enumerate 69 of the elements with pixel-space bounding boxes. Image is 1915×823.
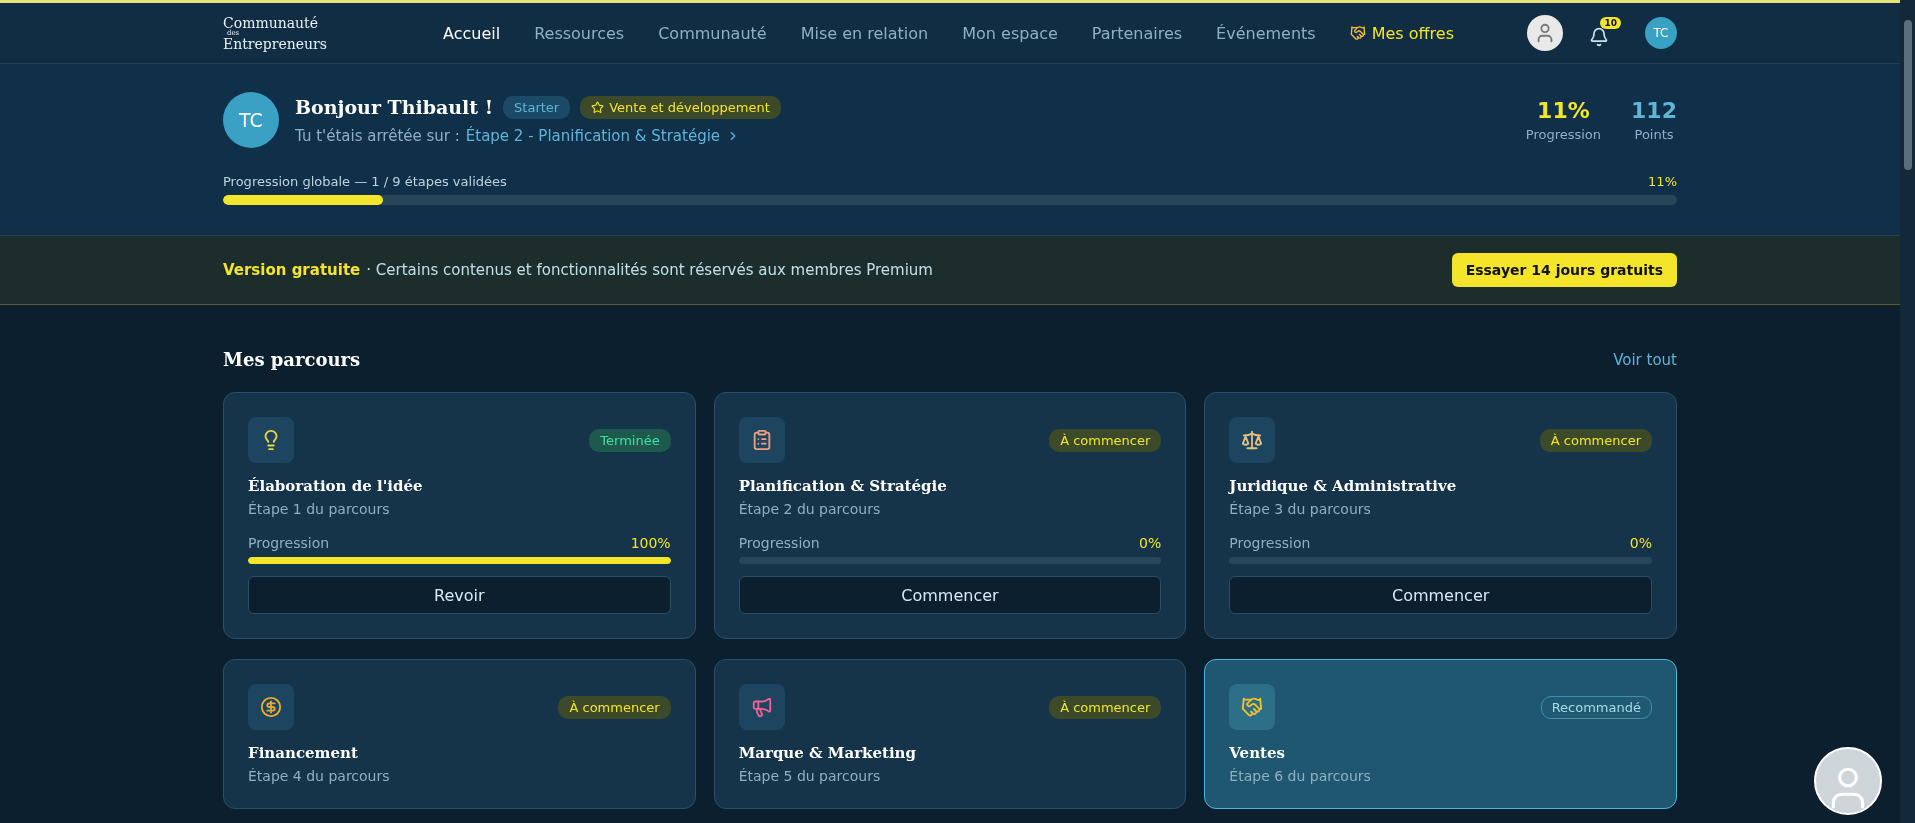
course-card[interactable]: À commencer Marque & Marketing Étape 5 du parcours [713,659,1187,809]
status-badge: À commencer [1049,695,1162,719]
course-card[interactable]: Recommandé Ventes Étape 6 du parcours [1204,659,1677,809]
nav-link[interactable]: Accueil [443,23,501,43]
card-subtitle: Étape 3 du parcours [1229,501,1372,517]
status-badge: À commencer [558,695,671,719]
card-title: Élaboration de l'idée [248,477,424,495]
progress-label: Progression [248,535,330,551]
card-button[interactable]: Commencer [738,576,1162,614]
course-card[interactable]: À commencer Planification & Stratégie Étape 2 du parcours Progression 0% Commencer [713,392,1187,639]
notification-count: 10 [1600,17,1621,29]
megaphone-icon [738,684,785,730]
status-badge: Terminée [589,428,671,452]
nav-link[interactable]: Événements [1216,23,1316,43]
resume-label: Tu t'étais arrêtée sur : [295,126,460,145]
card-title: Marque & Marketing [738,744,917,762]
card-subtitle: Étape 1 du parcours [248,501,391,517]
scale-icon [1229,417,1276,463]
stat-label: Progression [1525,127,1602,142]
status-badge: Recommandé [1540,695,1652,719]
nav-link[interactable]: Mes offres [1349,23,1454,43]
card-button[interactable]: Revoir [248,576,671,614]
course-card[interactable]: Terminée Élaboration de l'idée Étape 1 du parcours Progression 100% Revoir [223,392,696,639]
card-title: Juridique & Administrative [1229,477,1458,495]
progress-value: 0% [1629,535,1652,551]
stat-value: 11% [1537,98,1590,123]
card-button[interactable]: Commencer [1229,576,1652,614]
progress-label: Progression globale — 1 / 9 étapes validées [223,174,507,189]
user-avatar: TC [223,92,279,148]
clipboard-icon [738,417,785,463]
scrollbar-thumb[interactable] [1903,20,1912,170]
lightbulb-icon [248,417,294,463]
status-badge: À commencer [1539,428,1652,452]
nav-link[interactable]: Communauté [658,23,767,43]
section-title: Mes parcours [223,349,362,370]
nav-link[interactable]: Mon espace [962,23,1058,43]
card-title: Financement [248,744,359,762]
plan-badge: Starter [503,95,571,119]
stat-value: 112 [1631,98,1677,123]
resume-link[interactable]: Étape 2 - Planification & Stratégie [465,126,741,145]
nav-link[interactable]: Partenaires [1091,23,1183,43]
course-card[interactable]: À commencer Financement Étape 4 du parcours [223,659,696,809]
card-subtitle: Étape 2 du parcours [738,501,882,517]
card-title: Ventes [1229,744,1286,762]
progress-label: Progression [1229,535,1311,551]
banner-text: · Certains contenus et fonctionnalités sont réservés aux membres Premium [366,261,934,279]
card-subtitle: Étape 6 du parcours [1229,768,1372,784]
card-subtitle: Étape 4 du parcours [248,768,391,784]
card-title: Planification & Stratégie [738,477,948,495]
bell-icon[interactable] [1589,27,1609,47]
track-badge: Vente et développement [580,95,781,119]
handshake-icon [1229,684,1276,730]
trial-button[interactable]: Essayer 14 jours gratuits [1451,253,1677,287]
card-subtitle: Étape 5 du parcours [738,768,882,784]
progress-value: 11% [1648,174,1677,189]
handshake-icon [1349,25,1366,41]
coin-icon [248,684,294,730]
nav-link[interactable]: Ressources [534,23,625,43]
see-all-link[interactable]: Voir tout [1613,350,1677,369]
course-card[interactable]: À commencer Juridique & Administrative Étape 3 du parcours Progression 0% Commencer [1204,392,1677,639]
progress-value: 0% [1139,535,1162,551]
nav-link[interactable]: Mise en relation [800,23,929,43]
status-badge: À commencer [1049,428,1162,452]
progress-value: 100% [630,535,671,551]
banner-title: Version gratuite [223,261,361,279]
progress-label: Progression [738,535,820,551]
stat-label: Points [1634,127,1674,142]
greeting: Bonjour Thibault ! [295,96,494,118]
avatar[interactable] [1527,15,1563,51]
